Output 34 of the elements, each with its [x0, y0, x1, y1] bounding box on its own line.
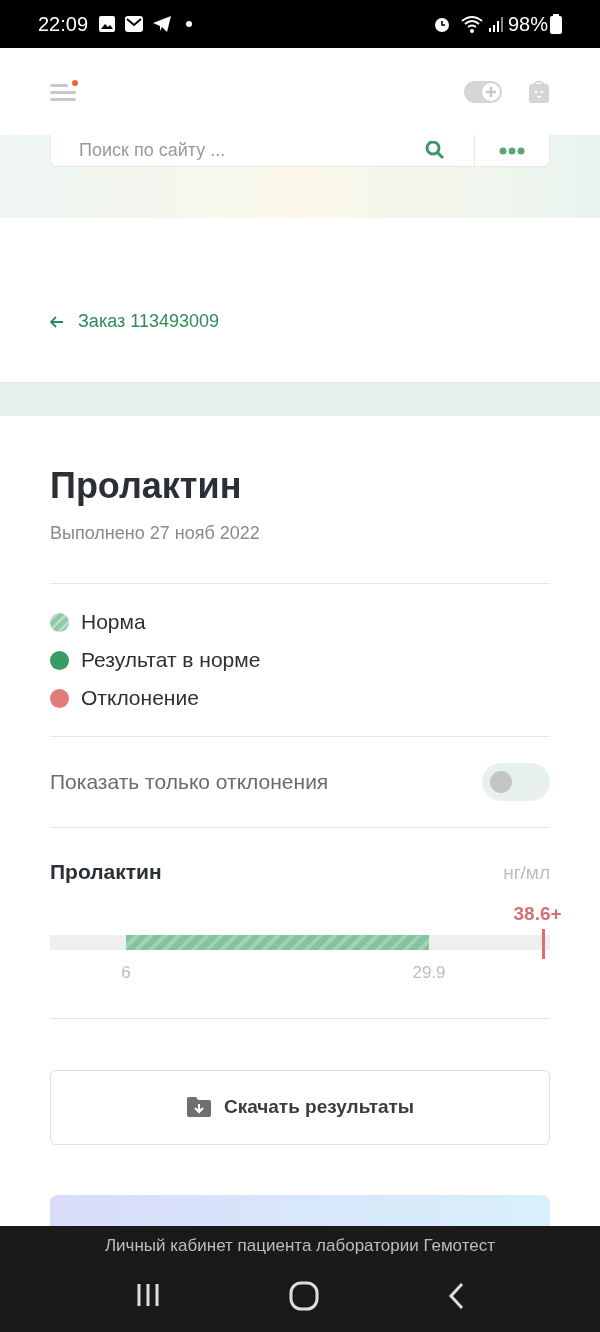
legend-label: Норма: [81, 610, 146, 634]
search-icon[interactable]: [424, 140, 446, 161]
search-field[interactable]: Поиск по сайту ...: [50, 135, 474, 167]
menu-icon[interactable]: [50, 79, 80, 104]
test-title: Пролактин: [50, 464, 243, 508]
legend-label: Результат в норме: [81, 648, 261, 672]
unit-label: нг/мл: [503, 861, 550, 885]
filter-switch[interactable]: [482, 763, 550, 801]
more-icon: [499, 146, 525, 155]
legend-label: Отклонение: [81, 686, 199, 710]
range-low: 6: [121, 961, 131, 984]
home-icon[interactable]: [289, 1280, 319, 1311]
download-folder-icon: [185, 1096, 212, 1118]
completion-date: Выполнено 27 нояб 2022: [50, 522, 261, 545]
gallery-icon: [98, 15, 117, 33]
search-input[interactable]: Поиск по сайту ...: [79, 138, 424, 163]
wifi-icon: [459, 14, 484, 34]
dot-icon: [186, 21, 193, 27]
download-button[interactable]: Скачать результаты: [50, 1069, 550, 1145]
app-caption: Личный кабинет пациента лаборатории Гемотест: [104, 1235, 496, 1257]
signal-icon: [487, 15, 504, 33]
battery-percent: 98%: [507, 12, 548, 37]
arrow-left-icon: [50, 315, 64, 328]
range-high: 29.9: [412, 961, 446, 984]
mail-icon: [124, 15, 145, 33]
result-value: 38.6+: [513, 901, 562, 926]
battery-icon: [550, 14, 562, 34]
more-button[interactable]: [474, 135, 550, 167]
toggle-plus-icon[interactable]: [464, 79, 502, 104]
filter-label: Показать только отклонения: [50, 769, 329, 796]
send-icon: [152, 15, 173, 33]
status-time: 22:09: [38, 12, 89, 37]
back-link[interactable]: Заказ 113493009: [50, 308, 219, 335]
result-name: Пролактин: [50, 859, 162, 885]
